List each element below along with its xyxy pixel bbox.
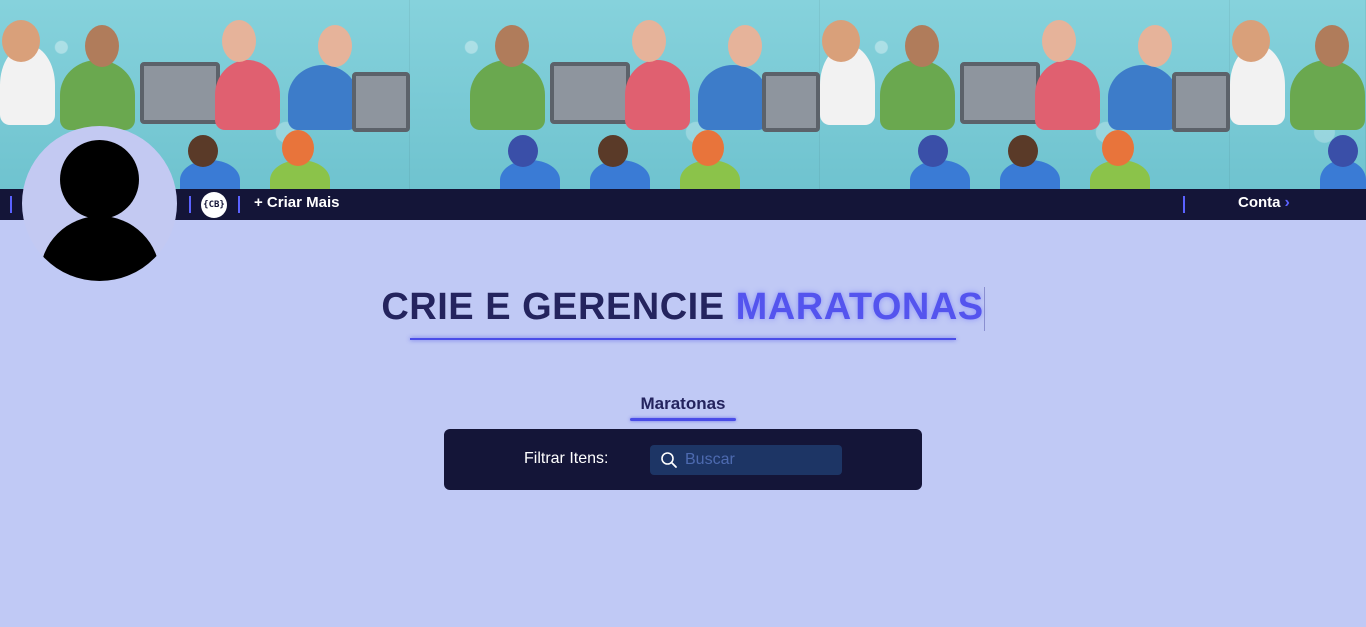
banner-tile: [820, 0, 1230, 189]
banner-figure: [495, 25, 529, 67]
banner-figure: [905, 25, 939, 67]
nav-separator: [238, 196, 240, 213]
top-navbar: {CB} + Criar Mais Conta ›: [0, 189, 1366, 220]
banner-figure: [318, 25, 352, 67]
chevron-right-icon: ›: [1284, 194, 1290, 211]
banner-figure: [1108, 65, 1178, 130]
banner-figure: [508, 135, 538, 167]
banner-tile: [410, 0, 820, 189]
user-silhouette-body: [40, 216, 160, 281]
user-avatar[interactable]: [22, 126, 177, 281]
banner-figure: [822, 20, 860, 62]
typing-cursor: [983, 286, 985, 331]
filter-panel: Filtrar Itens:: [444, 429, 922, 490]
account-label: Conta: [1238, 194, 1281, 211]
banner-figure: [1290, 60, 1365, 130]
banner-figure: [288, 65, 358, 130]
banner-figure: [1138, 25, 1172, 67]
user-silhouette-icon: [60, 140, 139, 219]
banner-figure: [632, 20, 666, 62]
banner-figure: [2, 20, 40, 62]
page-title-part2: MARATONAS: [735, 286, 984, 328]
banner-figure: [1102, 130, 1134, 166]
banner-figure: [188, 135, 218, 167]
banner-figure: [698, 65, 768, 130]
banner-monitor: [352, 72, 410, 132]
account-link[interactable]: Conta ›: [1238, 194, 1290, 212]
banner-figure: [60, 60, 135, 130]
banner-figure: [1232, 20, 1270, 62]
create-more-link[interactable]: + Criar Mais: [254, 194, 339, 211]
banner-figure: [282, 130, 314, 166]
banner-figure: [1008, 135, 1038, 167]
logo-icon[interactable]: {CB}: [201, 192, 227, 218]
banner-figure: [918, 135, 948, 167]
page-title-part1: CRIE E GERENCIE: [381, 286, 736, 328]
banner-figure: [1042, 20, 1076, 62]
banner-monitor: [960, 62, 1040, 124]
banner-figure: [1315, 25, 1349, 67]
banner-figure: [880, 60, 955, 130]
filter-label: Filtrar Itens:: [524, 450, 609, 467]
nav-separator: [189, 196, 191, 213]
banner-monitor: [140, 62, 220, 124]
header-banner: [0, 0, 1366, 189]
search-icon: [661, 452, 677, 468]
banner-figure: [692, 130, 724, 166]
banner-figure: [470, 60, 545, 130]
banner-figure: [1328, 135, 1358, 167]
banner-figure: [85, 25, 119, 67]
banner-tile: [1230, 0, 1366, 189]
banner-figure: [728, 25, 762, 67]
search-input[interactable]: [685, 445, 835, 475]
banner-monitor: [550, 62, 630, 124]
banner-figure: [598, 135, 628, 167]
nav-separator: [10, 196, 12, 213]
banner-figure: [215, 60, 280, 130]
banner-monitor: [1172, 72, 1230, 132]
page-title-underline: [410, 338, 956, 340]
section-title-underline: [630, 418, 736, 421]
banner-figure: [1035, 60, 1100, 130]
banner-figure: [625, 60, 690, 130]
nav-separator: [1183, 196, 1185, 213]
banner-monitor: [762, 72, 820, 132]
search-box: [650, 445, 842, 475]
banner-figure: [222, 20, 256, 62]
page-title: CRIE E GERENCIE MARATONAS: [0, 286, 1366, 331]
section-title: Maratonas: [640, 394, 726, 413]
